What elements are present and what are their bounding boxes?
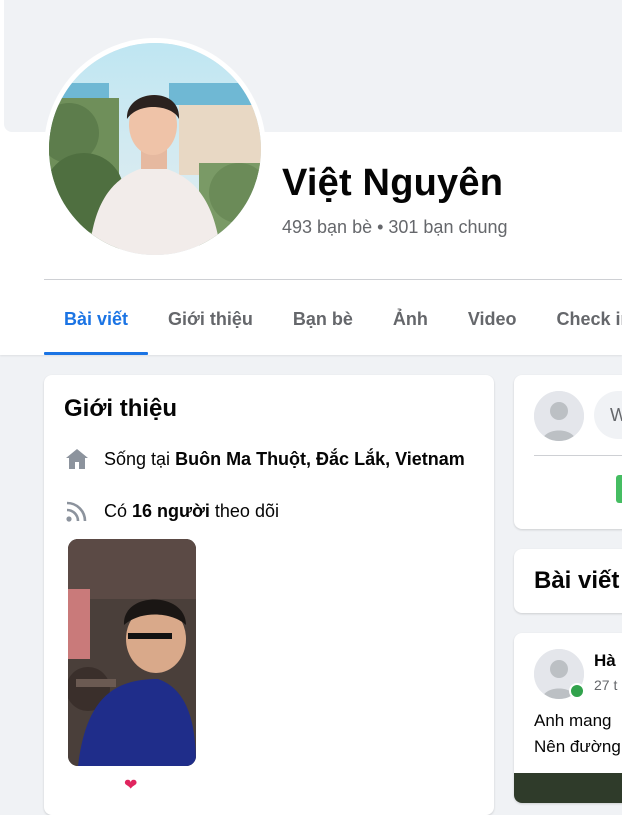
profile-tabs: Bài viết Giới thiệu Bạn bè Ảnh Video Che… — [44, 283, 622, 355]
tab-posts[interactable]: Bài viết — [44, 283, 149, 355]
featured-story[interactable] — [68, 539, 196, 766]
composer-divider — [534, 455, 622, 456]
post-image[interactable] — [514, 773, 622, 803]
tab-videos[interactable]: Video — [448, 283, 537, 355]
featured-photo — [68, 539, 196, 766]
friends-summary[interactable]: 493 bạn bè • 301 bạn chung — [282, 217, 508, 238]
composer-avatar[interactable] — [534, 391, 584, 441]
lives-place[interactable]: Buôn Ma Thuột, Đắc Lắk, Vietnam — [175, 449, 465, 470]
post-author[interactable]: Hà — [594, 651, 616, 671]
posts-section-header: Bài viết — [514, 549, 622, 613]
online-status-indicator — [569, 683, 585, 699]
home-icon — [64, 446, 90, 472]
avatar-photo — [49, 43, 261, 255]
profile-name: Việt Nguyên — [282, 162, 504, 204]
rss-icon — [64, 498, 90, 524]
intro-lives-in: Sống tại Buôn Ma Thuột, Đắc Lắk, Vietnam — [64, 445, 465, 473]
post-text-line-1: Anh mang — [534, 711, 612, 730]
header-divider — [44, 279, 622, 280]
post-card: Hà 27 t Anh mang Nên đường — [514, 633, 622, 803]
tab-check-ins[interactable]: Check in — [537, 283, 622, 355]
followers-suffix: theo dõi — [214, 500, 279, 521]
intro-card: Giới thiệu Sống tại Buôn Ma Thuột, Đắc L… — [44, 375, 494, 815]
lives-prefix: Sống tại — [104, 448, 171, 469]
post-text-line-2: Nên đường — [534, 737, 621, 756]
tab-friends[interactable]: Bạn bè — [273, 283, 373, 355]
heart-reaction: ❤ — [124, 777, 138, 794]
intro-title: Giới thiệu — [64, 395, 178, 422]
post-timestamp[interactable]: 27 t — [594, 677, 617, 693]
profile-header: Việt Nguyên 493 bạn bè • 301 bạn chung B… — [0, 0, 622, 355]
tab-about[interactable]: Giới thiệu — [148, 283, 273, 355]
profile-avatar[interactable] — [49, 43, 261, 255]
followers-prefix: Có — [104, 500, 128, 521]
followers-count[interactable]: 16 người — [132, 501, 210, 522]
tab-photos[interactable]: Ảnh — [373, 283, 448, 355]
composer-input[interactable]: W — [594, 391, 622, 439]
default-avatar-icon — [534, 391, 584, 441]
create-post-card: W — [514, 375, 622, 529]
intro-followers: Có 16 người theo dõi — [64, 497, 279, 525]
photo-video-icon[interactable] — [616, 475, 622, 503]
posts-title: Bài viết — [534, 567, 620, 594]
